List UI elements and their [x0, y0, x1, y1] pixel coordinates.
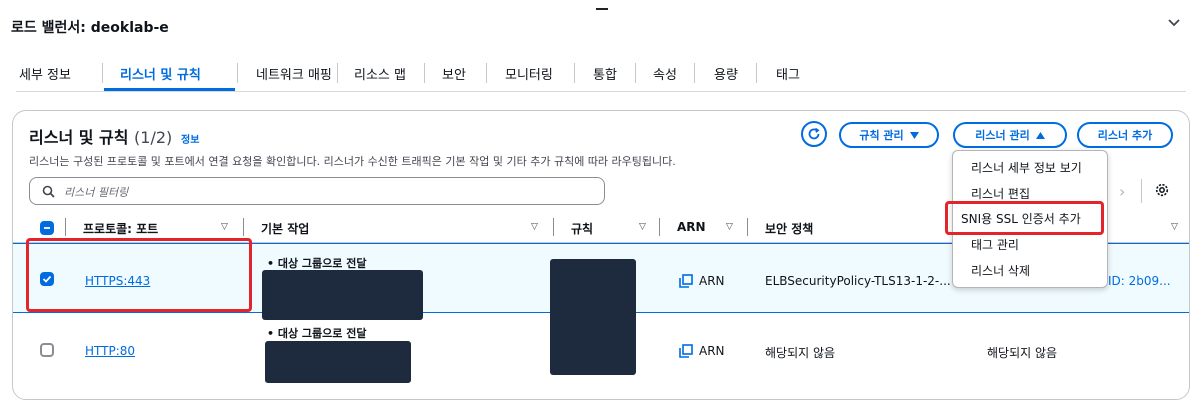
refresh-button[interactable] — [801, 121, 827, 147]
tab-separator — [574, 63, 575, 83]
col-header-protocol[interactable]: 프로토콜: 포트 — [83, 220, 158, 237]
sort-icon[interactable]: ▽ — [726, 222, 733, 232]
toolbar-separator — [1141, 179, 1142, 203]
highlight-selected-row — [26, 238, 252, 312]
tab-bar: 세부 정보 리스너 및 규칙 네트워크 매핑 리소스 맵 보안 모니터링 통합 … — [16, 52, 1186, 92]
column-separator — [243, 218, 244, 236]
tab-security[interactable]: 보안 — [442, 64, 466, 83]
manage-rules-button[interactable]: 규칙 관리 — [839, 122, 939, 148]
tab-separator — [102, 63, 103, 83]
tab-capacity[interactable]: 용량 — [714, 64, 738, 83]
manage-listener-label: 리스너 관리 — [975, 129, 1030, 142]
certificate-cell: 해당되지 않음 — [987, 346, 1058, 360]
tab-monitoring[interactable]: 모니터링 — [505, 64, 553, 83]
filter-placeholder: 리스너 필터링 — [64, 186, 129, 199]
col-header-default-action[interactable]: 기본 작업 — [261, 220, 309, 237]
tab-separator — [486, 63, 487, 83]
refresh-icon — [808, 127, 820, 140]
info-link[interactable]: 정보 — [181, 131, 199, 146]
gear-icon[interactable] — [1154, 182, 1170, 198]
default-action-text: • 대상 그룹으로 전달 — [267, 327, 367, 340]
tab-separator — [635, 63, 636, 83]
listener-link[interactable]: HTTP:80 — [85, 344, 135, 358]
chevron-down-icon[interactable] — [1166, 14, 1182, 30]
col-header-arn[interactable]: ARN — [677, 220, 706, 234]
column-separator — [65, 218, 66, 236]
page-title: 로드 밸런서: deoklab-e — [11, 20, 169, 36]
panel-title: 리스너 및 규칙 (1/2) — [29, 124, 172, 148]
tab-separator — [424, 63, 425, 83]
manage-listener-button[interactable]: 리스너 관리 — [953, 122, 1067, 148]
sort-icon[interactable]: ▽ — [221, 222, 228, 232]
tab-tags[interactable]: 태그 — [776, 64, 800, 83]
menu-item-delete-listener[interactable]: 리스너 삭제 — [971, 262, 1030, 279]
tab-network-mapping[interactable]: 네트워크 매핑 — [256, 64, 332, 83]
redacted-rules — [550, 259, 636, 375]
redacted-target-group — [262, 270, 423, 320]
copy-icon — [679, 274, 693, 288]
tab-details[interactable]: 세부 정보 — [19, 64, 71, 83]
arn-label: ARN — [699, 344, 725, 358]
col-header-security-policy[interactable]: 보안 정책 — [765, 220, 813, 237]
add-listener-button[interactable]: 리스너 추가 — [1077, 122, 1173, 148]
manage-rules-label: 규칙 관리 — [859, 129, 904, 142]
tab-separator — [756, 63, 757, 83]
search-icon — [42, 185, 55, 198]
arn-copy[interactable]: ARN — [679, 274, 725, 288]
sort-icon[interactable]: ▽ — [1171, 222, 1178, 232]
row-checkbox[interactable] — [40, 343, 54, 357]
panel-title-text: 리스너 및 규칙 — [29, 128, 129, 147]
tab-bar-divider — [16, 91, 1186, 92]
column-separator — [747, 218, 748, 236]
caret-up-icon — [1035, 131, 1045, 139]
column-separator — [553, 218, 554, 236]
select-all-checkbox[interactable] — [40, 221, 54, 235]
menu-item-view-details[interactable]: 리스너 세부 정보 보기 — [971, 159, 1082, 176]
caret-down-icon — [909, 131, 919, 139]
chevron-right-icon[interactable]: › — [1119, 182, 1125, 201]
highlight-menu-item — [945, 201, 1104, 235]
tab-separator — [694, 63, 695, 83]
listener-filter-input[interactable]: 리스너 필터링 — [29, 177, 605, 205]
tab-resource-map[interactable]: 리소스 맵 — [354, 64, 406, 83]
sort-icon[interactable]: ▽ — [639, 222, 646, 232]
menu-item-edit-listener[interactable]: 리스너 편집 — [971, 185, 1030, 202]
menu-item-manage-tags[interactable]: 태그 관리 — [971, 236, 1019, 253]
col-header-rules[interactable]: 규칙 — [571, 220, 593, 237]
column-separator — [659, 218, 660, 236]
arn-label: ARN — [699, 274, 725, 288]
certificate-id-link[interactable]: ID: 2b09... — [1108, 274, 1171, 288]
tab-attributes[interactable]: 속성 — [653, 64, 677, 83]
tab-listeners-rules[interactable]: 리스너 및 규칙 — [120, 64, 201, 83]
security-policy-cell: ELBSecurityPolicy-TLS13-1-2-... — [765, 274, 951, 288]
tab-integrations[interactable]: 통합 — [593, 64, 617, 83]
default-action-text: • 대상 그룹으로 전달 — [267, 257, 367, 270]
security-policy-cell: 해당되지 않음 — [765, 346, 836, 360]
window-handle — [596, 8, 608, 10]
selection-count: (1/2) — [134, 128, 173, 147]
redacted-target-group — [265, 341, 411, 383]
arn-copy[interactable]: ARN — [679, 344, 725, 358]
copy-icon — [679, 344, 693, 358]
tab-separator — [337, 63, 338, 83]
minus-icon — [44, 227, 50, 229]
add-listener-label: 리스너 추가 — [1097, 129, 1153, 142]
panel-description: 리스너는 구성된 프로토콜 및 포트에서 연결 요청을 확인합니다. 리스너가 … — [29, 155, 676, 168]
sort-icon[interactable]: ▽ — [531, 222, 538, 232]
tab-separator — [237, 63, 238, 83]
